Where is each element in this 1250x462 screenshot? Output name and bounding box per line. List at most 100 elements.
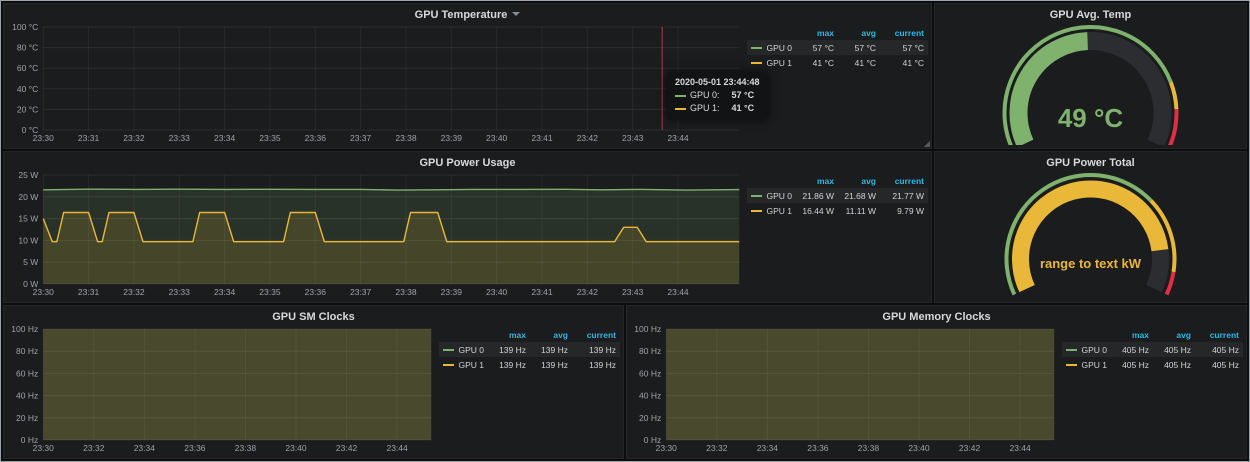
legend-header-max[interactable]: max <box>792 176 834 186</box>
panel-gpu-memory-clocks: GPU Memory Clocks 0 Hz20 Hz40 Hz60 Hz80 … <box>626 305 1247 459</box>
series-swatch-icon <box>1066 349 1077 351</box>
svg-text:100 Hz: 100 Hz <box>11 324 38 334</box>
panel-title[interactable]: GPU Avg. Temp <box>1050 9 1132 21</box>
legend-series-toggle[interactable]: GPU 0 <box>751 191 792 201</box>
svg-text:23:33: 23:33 <box>169 133 191 143</box>
svg-text:20 Hz: 20 Hz <box>639 413 661 423</box>
svg-text:23:30: 23:30 <box>656 443 678 453</box>
legend-header-row: max avg current <box>439 327 620 342</box>
svg-text:23:36: 23:36 <box>305 287 327 297</box>
svg-text:80 °C: 80 °C <box>17 43 38 53</box>
legend-cell-current: 139 Hz <box>568 360 616 370</box>
legend-header-avg[interactable]: avg <box>1149 330 1191 340</box>
svg-text:23:39: 23:39 <box>441 133 463 143</box>
svg-text:23:32: 23:32 <box>123 133 145 143</box>
panel-gpu-power-usage: GPU Power Usage 0 W5 W10 W15 W20 W25 W23… <box>3 151 932 303</box>
svg-text:100 Hz: 100 Hz <box>634 324 661 334</box>
legend-series-toggle[interactable]: GPU 1 <box>1066 360 1107 370</box>
legend-header-current[interactable]: current <box>568 330 616 340</box>
chart-area: 0 W5 W10 W15 W20 W25 W23:3023:3123:3223:… <box>7 169 928 299</box>
svg-text:23:44: 23:44 <box>1009 443 1031 453</box>
panel-title[interactable]: GPU Memory Clocks <box>882 311 990 323</box>
svg-text:23:30: 23:30 <box>33 133 55 143</box>
series-swatch-icon <box>675 95 686 97</box>
legend-table: max avg current GPU 0 139 Hz 139 Hz 139 … <box>439 323 620 455</box>
legend-row: GPU 0 21.86 W 21.68 W 21.77 W <box>747 188 928 203</box>
legend-series-toggle[interactable]: GPU 1 <box>751 58 792 68</box>
legend-series-toggle[interactable]: GPU 0 <box>751 43 792 53</box>
svg-text:23:36: 23:36 <box>184 443 206 453</box>
gpu-temperature-chart[interactable]: 0 °C20 °C40 °C60 °C80 °C100 °C23:3023:31… <box>7 21 747 145</box>
legend-cell-current: 405 Hz <box>1191 360 1239 370</box>
tooltip-series-name: GPU 1: <box>690 102 720 115</box>
svg-text:20 Hz: 20 Hz <box>16 413 38 423</box>
panel-title[interactable]: GPU SM Clocks <box>272 311 355 323</box>
series-swatch-icon <box>443 364 454 366</box>
svg-text:23:36: 23:36 <box>305 133 327 143</box>
graph-tooltip: 2020-05-01 23:44:48 GPU 0: 57 °C GPU 1: … <box>667 73 768 119</box>
legend-header-avg[interactable]: avg <box>526 330 568 340</box>
gpu-sm-clocks-chart[interactable]: 0 Hz20 Hz40 Hz60 Hz80 Hz100 Hz23:3023:32… <box>7 323 439 455</box>
svg-text:60 Hz: 60 Hz <box>16 368 38 378</box>
legend-header-avg[interactable]: avg <box>834 28 876 38</box>
tooltip-row: GPU 0: 57 °C <box>675 89 760 102</box>
panel-gpu-power-total: GPU Power Total range to text kW <box>934 151 1247 303</box>
svg-text:23:40: 23:40 <box>486 133 508 143</box>
svg-text:40 Hz: 40 Hz <box>16 391 38 401</box>
panel-title[interactable]: GPU Temperature <box>415 9 508 21</box>
svg-text:100 °C: 100 °C <box>12 22 38 32</box>
series-swatch-icon <box>751 62 762 64</box>
series-swatch-icon <box>751 47 762 49</box>
legend-series-toggle[interactable]: GPU 1 <box>443 360 484 370</box>
legend-header-current[interactable]: current <box>876 176 924 186</box>
chart-area: 0 Hz20 Hz40 Hz60 Hz80 Hz100 Hz23:3023:32… <box>7 323 620 455</box>
legend-series-name: GPU 1 <box>1081 360 1107 370</box>
legend-row: GPU 1 41 °C 41 °C 41 °C <box>747 55 928 70</box>
tooltip-series-value: 57 °C <box>732 89 755 102</box>
legend-header-max[interactable]: max <box>792 28 834 38</box>
svg-text:40 °C: 40 °C <box>17 84 38 94</box>
svg-text:25 W: 25 W <box>18 170 38 180</box>
panel-title[interactable]: GPU Power Total <box>1046 157 1134 169</box>
svg-text:23:34: 23:34 <box>214 133 236 143</box>
legend-header-current[interactable]: current <box>876 28 924 38</box>
svg-text:23:31: 23:31 <box>78 133 100 143</box>
panel-title[interactable]: GPU Power Usage <box>420 157 516 169</box>
legend-header-max[interactable]: max <box>484 330 526 340</box>
svg-text:23:30: 23:30 <box>33 443 55 453</box>
legend-cell-avg: 405 Hz <box>1149 360 1191 370</box>
legend-cell-current: 21.77 W <box>876 191 924 201</box>
gpu-power-usage-chart[interactable]: 0 W5 W10 W15 W20 W25 W23:3023:3123:3223:… <box>7 169 747 299</box>
dashboard-row-1: GPU Temperature 0 °C20 °C40 °C60 °C80 °C… <box>3 3 1247 149</box>
svg-text:80 Hz: 80 Hz <box>639 346 661 356</box>
legend-cell-current: 57 °C <box>876 43 924 53</box>
svg-text:23:33: 23:33 <box>169 287 191 297</box>
svg-text:60 °C: 60 °C <box>17 63 38 73</box>
svg-text:23:40: 23:40 <box>908 443 930 453</box>
panel-header: GPU Temperature <box>7 7 928 21</box>
panel-header: GPU Memory Clocks <box>630 309 1243 323</box>
svg-text:23:41: 23:41 <box>531 133 553 143</box>
legend-table: max avg current GPU 0 57 °C 57 °C 57 °C … <box>747 21 928 145</box>
svg-text:10 W: 10 W <box>18 235 38 245</box>
legend-header-max[interactable]: max <box>1107 330 1149 340</box>
svg-text:23:38: 23:38 <box>395 133 417 143</box>
chevron-down-icon[interactable] <box>512 12 520 16</box>
series-swatch-icon <box>675 108 686 110</box>
svg-text:23:42: 23:42 <box>577 287 599 297</box>
svg-text:23:39: 23:39 <box>441 287 463 297</box>
panel-resize-handle[interactable] <box>922 139 930 147</box>
svg-text:60 Hz: 60 Hz <box>639 368 661 378</box>
legend-cell-max: 139 Hz <box>484 345 526 355</box>
legend-table: max avg current GPU 0 405 Hz 405 Hz 405 … <box>1062 323 1243 455</box>
legend-header-avg[interactable]: avg <box>834 176 876 186</box>
series-swatch-icon <box>751 210 762 212</box>
legend-header-current[interactable]: current <box>1191 330 1239 340</box>
legend-series-toggle[interactable]: GPU 1 <box>751 206 792 216</box>
legend-series-toggle[interactable]: GPU 0 <box>443 345 484 355</box>
gpu-memory-clocks-chart[interactable]: 0 Hz20 Hz40 Hz60 Hz80 Hz100 Hz23:3023:32… <box>630 323 1062 455</box>
legend-series-toggle[interactable]: GPU 0 <box>1066 345 1107 355</box>
svg-text:23:34: 23:34 <box>757 443 779 453</box>
legend-cell-current: 405 Hz <box>1191 345 1239 355</box>
gauge-area: range to text kW <box>938 169 1243 299</box>
